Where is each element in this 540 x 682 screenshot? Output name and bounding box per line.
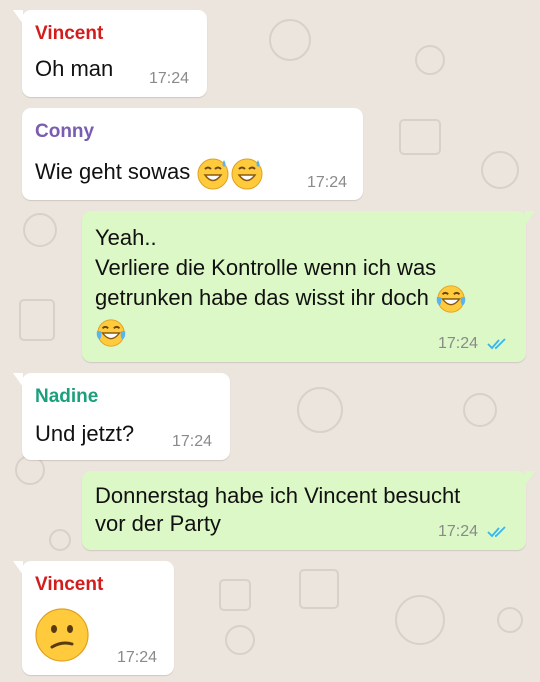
bubble-tail <box>13 10 23 24</box>
sender-name: Vincent <box>35 23 104 44</box>
message-text: Wie geht sowas <box>35 158 191 184</box>
message-text-line: getrunken habe das wisst ihr doch <box>95 285 429 310</box>
message-text-row: Wie geht sowas <box>35 156 264 190</box>
message-time: 17:24 <box>172 433 213 450</box>
message-bubble-incoming[interactable]: Vincent 17:24 <box>13 561 174 675</box>
message-bubble-incoming[interactable]: Vincent Oh man 17:24 <box>13 10 207 97</box>
message-time: 17:24 <box>438 523 479 540</box>
bubble-tail <box>525 211 535 225</box>
message-bubble-outgoing[interactable]: Yeah.. Verliere die Kontrolle wenn ich w… <box>82 211 535 362</box>
confused-face-emoji <box>35 608 89 662</box>
message-time: 17:24 <box>149 70 190 87</box>
message-time: 17:24 <box>117 649 158 666</box>
message-bubble-outgoing[interactable]: Donnerstag habe ich Vincent besucht vor … <box>82 471 535 550</box>
message-text-row: getrunken habe das wisst ihr doch <box>95 283 467 315</box>
message-time: 17:24 <box>438 335 479 352</box>
message-text: Und jetzt? <box>35 421 135 446</box>
message-time: 17:24 <box>307 174 348 191</box>
double-check-icon <box>487 338 506 350</box>
bubble-tail <box>13 373 23 387</box>
tears-of-joy-emoji <box>96 319 126 347</box>
message-text-line: Yeah.. <box>95 225 157 250</box>
message-text-line: Verliere die Kontrolle wenn ich was <box>95 255 437 280</box>
message-bubble-incoming[interactable]: Nadine Und jetzt? 17:24 <box>13 373 230 460</box>
sender-name: Conny <box>35 121 95 142</box>
message-text-line: vor der Party <box>95 511 221 536</box>
grinning-sweat-emoji <box>197 158 229 190</box>
bubble-tail <box>525 471 535 485</box>
grinning-sweat-emoji <box>231 158 263 190</box>
message-text-line: Donnerstag habe ich Vincent besucht <box>95 483 461 508</box>
double-check-icon <box>487 526 506 538</box>
tears-of-joy-emoji <box>436 285 466 313</box>
sender-name: Nadine <box>35 386 99 407</box>
message-text: Oh man <box>35 56 114 81</box>
sender-name: Vincent <box>35 574 104 595</box>
message-bubble-incoming[interactable]: Conny Wie geht sowas 17:24 <box>22 108 363 200</box>
bubble-tail <box>13 561 23 575</box>
